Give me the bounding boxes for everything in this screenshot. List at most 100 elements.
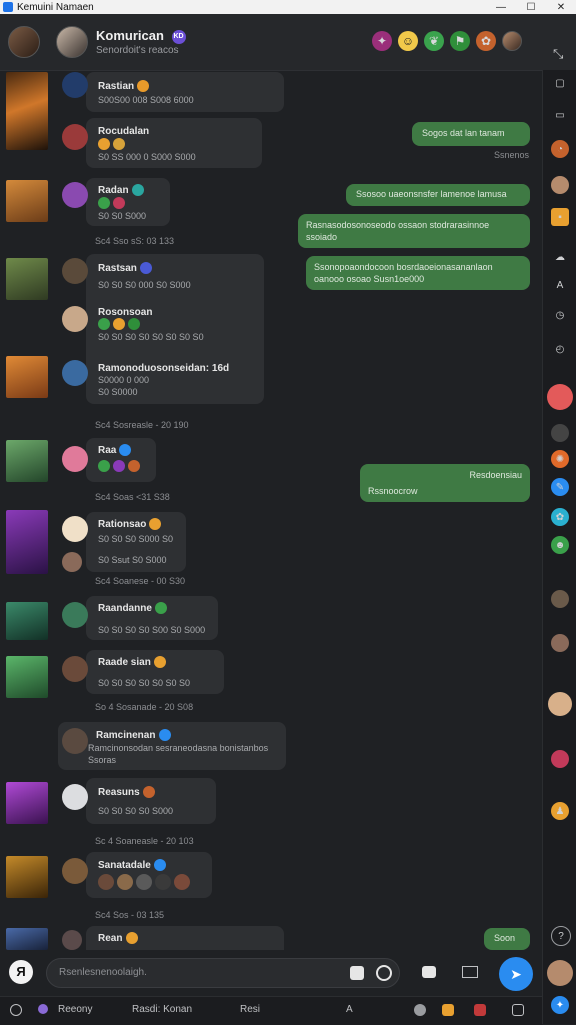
thumbnail-image[interactable] [6,440,48,482]
incoming-message[interactable]: Sanatadale [58,852,212,898]
message-timestamp: Sc4 Sos - 03 135 [95,910,165,920]
text-icon[interactable]: A [551,276,569,294]
bottom-item[interactable]: Rasdi: Konan [132,1004,192,1015]
outgoing-message[interactable]: Resdoensiau Rssnoocrow [360,464,530,502]
window-icon[interactable] [512,1004,524,1016]
message-text: S0 S0 S0 S0 S000 [98,806,174,816]
avatar[interactable] [551,590,569,608]
thumbnail-image[interactable] [6,510,48,574]
avatar[interactable] [548,692,572,716]
incoming-message[interactable]: Rastian S00S00 008 S008 6000 [58,72,284,112]
minimize-button[interactable]: — [486,2,516,13]
incoming-message[interactable]: Rationsao S0 S0 S0 S000 S0 S0 Ssut S0 S0… [58,512,186,572]
emoji-icon [137,80,150,93]
thumbnail-image[interactable] [6,72,48,150]
avatar [62,602,88,628]
sticker-icon[interactable] [422,966,436,978]
incoming-message[interactable]: Reasuns S0 S0 S0 S0 S000 [58,778,216,824]
camera-icon[interactable] [350,966,364,980]
app-icon[interactable]: ✦ [551,996,569,1014]
timer-icon[interactable]: ◷ [551,306,569,324]
app-icon[interactable]: ♟ [551,802,569,820]
help-icon[interactable]: ? [551,926,571,946]
thumbnail-image[interactable] [6,856,48,898]
bottom-status-bar: Reeony Rasdi: Konan Resi A [0,996,542,1025]
smile-icon[interactable]: ☺ [398,31,418,51]
app-icon[interactable] [414,1004,426,1016]
avatar[interactable] [547,384,573,410]
leaf-icon[interactable]: ❦ [424,31,444,51]
outgoing-message[interactable]: Rasnasodosonoseodo ossaon stodrarasinnoe… [298,214,530,248]
app-icon[interactable] [442,1004,454,1016]
calendar-icon[interactable] [474,1004,486,1016]
message-input[interactable]: Rsenlesnenoolaigh. [46,958,400,988]
notification-icon[interactable]: ◔ [551,140,569,158]
thumbnail-image[interactable] [6,258,48,300]
app-icon[interactable]: ✺ [551,450,569,468]
message-text: S0 S0 S0 S0 S0 S0 S0 S0 [98,332,204,342]
avatar[interactable] [551,750,569,768]
emoji-icon [98,318,110,331]
avatar [62,930,82,950]
incoming-message[interactable]: Radan S0 S0 S000 [58,178,170,226]
outgoing-message[interactable]: Soon [484,928,530,950]
flag-icon[interactable]: ⚑ [450,31,470,51]
attach-button[interactable]: Я [9,960,33,984]
outgoing-message[interactable]: Sogos dat lan tanam [412,122,530,146]
contact-avatar[interactable] [56,26,88,58]
send-button[interactable]: ➤ [499,957,533,991]
sender-name: Rastian [98,81,135,92]
clock-icon[interactable] [376,965,392,981]
cloud-icon[interactable]: ☁ [551,248,569,266]
emoji-icon [98,197,110,210]
settings-icon[interactable] [10,1004,22,1016]
thumbnail-image[interactable] [6,782,48,824]
message-text: S0 S0 S0 S0 S0 S0 S0 [98,678,191,688]
party-icon[interactable]: ✦ [372,31,392,51]
incoming-message[interactable]: Ramcinenan Ramcinonsodan sesraneodasna b… [58,722,286,770]
chat-title-text: Komurican [96,28,164,43]
avatar[interactable] [547,960,573,986]
maximize-button[interactable]: ☐ [516,2,546,13]
incoming-message[interactable]: Rastsan S0 S0 S0 000 S0 S000 Rosonsoan S… [58,254,264,404]
sender-name: Rastsan [98,263,137,274]
sender-name: Rosonsoan [98,307,153,318]
message-timestamp: So 4 Sosanade - 20 S08 [95,702,194,712]
outgoing-message[interactable]: Ssonopoaondocoon bosrdaoeionasananlaon o… [306,256,530,290]
thumbnail-image[interactable] [6,928,48,950]
avatar [62,784,88,810]
incoming-message[interactable]: Raandanne S0 S0 S0 S0 S00 S0 S000 [58,596,218,640]
sender-name: Rocudalan [98,126,150,137]
avatar [136,874,153,890]
thumbnail-image[interactable] [6,656,48,698]
bottom-item[interactable]: Resi [240,1004,260,1015]
header-profile-avatar[interactable] [502,31,522,51]
thumbnail-image[interactable] [6,602,48,640]
user-avatar[interactable] [8,26,40,58]
history-icon[interactable]: ◴ [551,340,569,358]
app-icon[interactable]: ✿ [551,508,569,526]
folder-icon[interactable]: ▪ [551,208,569,226]
outgoing-message[interactable]: Ssosoo uaeonsnsfer lamenoe lamusa [346,184,530,206]
avatar[interactable] [551,176,569,194]
thumbnail-image[interactable] [6,356,48,398]
incoming-message[interactable]: Raade sian S0 S0 S0 S0 S0 S0 S0 [58,650,224,694]
gift-icon[interactable]: ✿ [476,31,496,51]
incoming-message[interactable]: Rocudalan S0 SS 000 0 S000 S000 [58,118,262,168]
gif-icon[interactable] [462,966,478,978]
close-button[interactable]: ✕ [546,2,576,13]
incoming-message[interactable]: Raa [58,438,156,482]
expand-icon[interactable]: ⤡ [553,46,563,62]
app-icon[interactable]: ☻ [551,536,569,554]
window-icon[interactable]: ▭ [551,106,569,124]
grid-icon[interactable]: ▢ [551,74,569,92]
status-icon[interactable] [551,424,569,442]
message-timestamp: Sc4 Sosreasle - 20 190 [95,420,189,430]
incoming-message[interactable]: Rean [58,926,284,950]
text-icon[interactable]: A [346,1004,353,1015]
edit-icon[interactable]: ✎ [551,478,569,496]
avatar[interactable] [551,634,569,652]
thumbnail-image[interactable] [6,180,48,222]
bottom-item[interactable]: Reeony [58,1004,92,1015]
emoji-icon [113,460,126,473]
